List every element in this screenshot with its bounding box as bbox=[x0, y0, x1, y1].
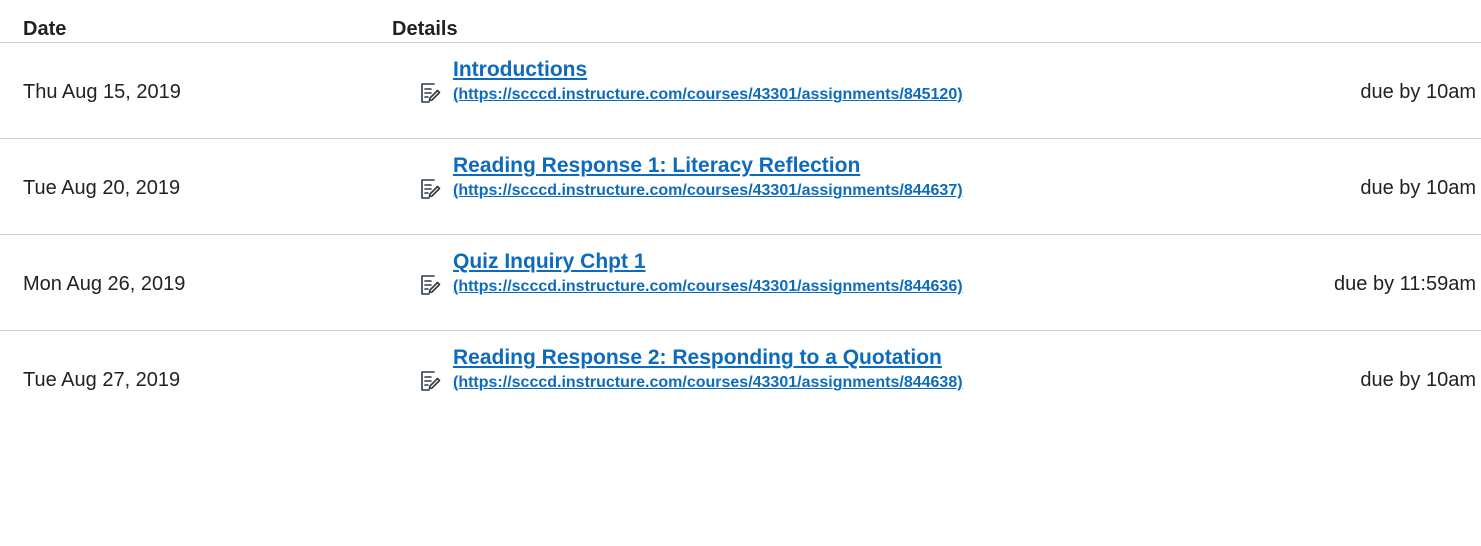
row-date: Thu Aug 15, 2019 bbox=[23, 81, 181, 103]
row-date: Mon Aug 26, 2019 bbox=[23, 273, 186, 295]
assignment-icon bbox=[418, 273, 442, 297]
assignment-title-link[interactable]: Reading Response 1: Literacy Reflection bbox=[453, 154, 963, 178]
row-date: Tue Aug 20, 2019 bbox=[23, 177, 181, 199]
assignment-url-link[interactable]: (https://scccd.instructure.com/courses/4… bbox=[453, 278, 963, 296]
row-due: due by 10am bbox=[1360, 81, 1476, 103]
table-row: Mon Aug 26, 2019 Quiz Inquiry Chpt 1 (ht… bbox=[0, 235, 1481, 331]
syllabus-table: Date Details Thu Aug 15, 2019 Introducti… bbox=[0, 0, 1481, 546]
table-row: Thu Aug 15, 2019 Introductions (https://… bbox=[0, 43, 1481, 139]
row-details: Reading Response 2: Responding to a Quot… bbox=[453, 346, 963, 393]
row-due: due by 10am bbox=[1360, 369, 1476, 391]
assignment-icon bbox=[418, 177, 442, 201]
assignment-icon bbox=[418, 369, 442, 393]
assignment-url-link[interactable]: (https://scccd.instructure.com/courses/4… bbox=[453, 374, 963, 392]
table-row: Tue Aug 27, 2019 Reading Response 2: Res… bbox=[0, 331, 1481, 426]
assignment-icon bbox=[418, 81, 442, 105]
table-header: Date Details bbox=[0, 0, 1481, 43]
table-row: Tue Aug 20, 2019 Reading Response 1: Lit… bbox=[0, 139, 1481, 235]
row-details: Introductions (https://scccd.instructure… bbox=[453, 58, 963, 105]
assignment-title-link[interactable]: Quiz Inquiry Chpt 1 bbox=[453, 250, 963, 274]
assignment-url-link[interactable]: (https://scccd.instructure.com/courses/4… bbox=[453, 86, 963, 104]
row-due: due by 10am bbox=[1360, 177, 1476, 199]
assignment-title-link[interactable]: Introductions bbox=[453, 58, 963, 82]
row-due: due by 11:59am bbox=[1334, 273, 1476, 295]
assignment-title-link[interactable]: Reading Response 2: Responding to a Quot… bbox=[453, 346, 963, 370]
assignment-url-link[interactable]: (https://scccd.instructure.com/courses/4… bbox=[453, 182, 963, 200]
details-column-header: Details bbox=[392, 18, 458, 40]
row-details: Quiz Inquiry Chpt 1 (https://scccd.instr… bbox=[453, 250, 963, 297]
row-details: Reading Response 1: Literacy Reflection … bbox=[453, 154, 963, 201]
date-column-header: Date bbox=[23, 18, 67, 40]
row-date: Tue Aug 27, 2019 bbox=[23, 369, 181, 391]
